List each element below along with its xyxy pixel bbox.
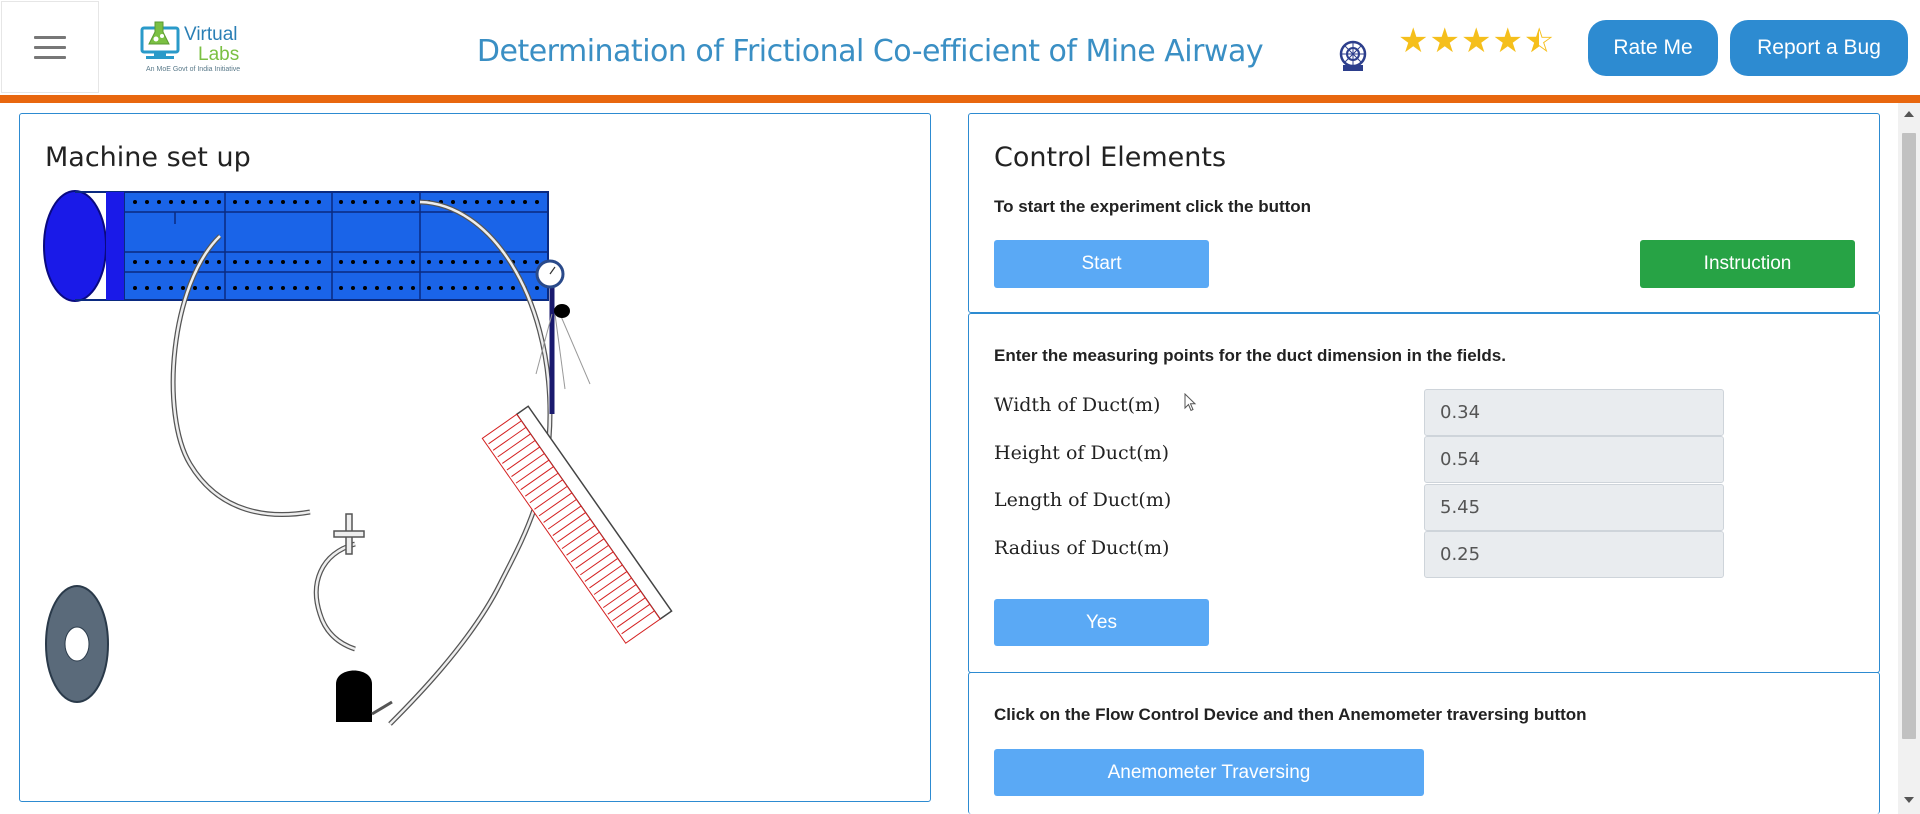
start-instruction-text: To start the experiment click the button [994,197,1312,216]
hamburger-icon [34,35,66,39]
yes-button[interactable]: Yes [994,599,1209,646]
scroll-thumb[interactable] [1902,133,1916,739]
anemometer-traversing-button[interactable]: Anemometer Traversing [994,749,1424,796]
width-input[interactable] [1424,389,1724,436]
star-icon: ★ [1492,22,1523,60]
inclined-manometer[interactable] [481,405,673,644]
top-header: Virtual Labs An MoE Govt of India Initia… [0,0,1920,95]
pressure-gauge[interactable] [535,259,591,414]
length-label: Length of Duct(m) [994,489,1172,511]
tube-connector [333,513,365,555]
page-scrollbar[interactable] [1898,103,1920,814]
control-elements-panel: Control Elements To start the experiment… [968,113,1880,313]
flow-control-panel: Click on the Flow Control Device and the… [968,672,1880,814]
rate-me-button[interactable]: Rate Me [1588,20,1718,76]
mine-duct[interactable] [43,190,549,302]
iit-emblem-icon [1339,40,1367,71]
machine-setup-panel: Machine set up [19,113,931,802]
duct-instruction-text: Enter the measuring points for the duct … [994,346,1506,365]
star-icon: ★ [1398,22,1429,60]
width-label: Width of Duct(m) [994,394,1161,416]
height-input[interactable] [1424,436,1724,483]
report-bug-button[interactable]: Report a Bug [1730,20,1908,76]
manometer-reservoir [336,670,393,722]
scroll-up-arrow-icon[interactable] [1904,111,1914,117]
height-label: Height of Duct(m) [994,442,1170,464]
machine-diagram [43,190,673,726]
start-button[interactable]: Start [994,240,1209,288]
mouse-cursor-icon [1184,393,1197,412]
header-accent-bar [0,95,1920,103]
star-icon: ★ [1460,22,1492,60]
radius-label: Radius of Duct(m) [994,537,1170,559]
star-half-icon: ☆★ [1523,22,1555,60]
duct-dimension-panel: Enter the measuring points for the duct … [968,313,1880,673]
length-input[interactable] [1424,484,1724,531]
logo-tagline: An MoE Govt of India Initiative [146,66,241,73]
control-elements-title: Control Elements [994,142,1227,173]
rating-stars[interactable]: ★ ★ ★ ★ ☆★ [1398,24,1554,58]
hamburger-menu-button[interactable] [1,1,99,93]
flow-control-device[interactable] [45,585,109,703]
radius-input[interactable] [1424,531,1724,578]
logo-text-bottom: Labs [198,44,239,65]
scroll-down-arrow-icon[interactable] [1904,797,1914,803]
page-title: Determination of Frictional Co-efficient… [476,34,1264,69]
star-icon: ★ [1429,22,1460,60]
flow-instruction-text: Click on the Flow Control Device and the… [994,705,1587,724]
instruction-button[interactable]: Instruction [1640,240,1855,288]
logo-text-top: Virtual [184,24,238,45]
